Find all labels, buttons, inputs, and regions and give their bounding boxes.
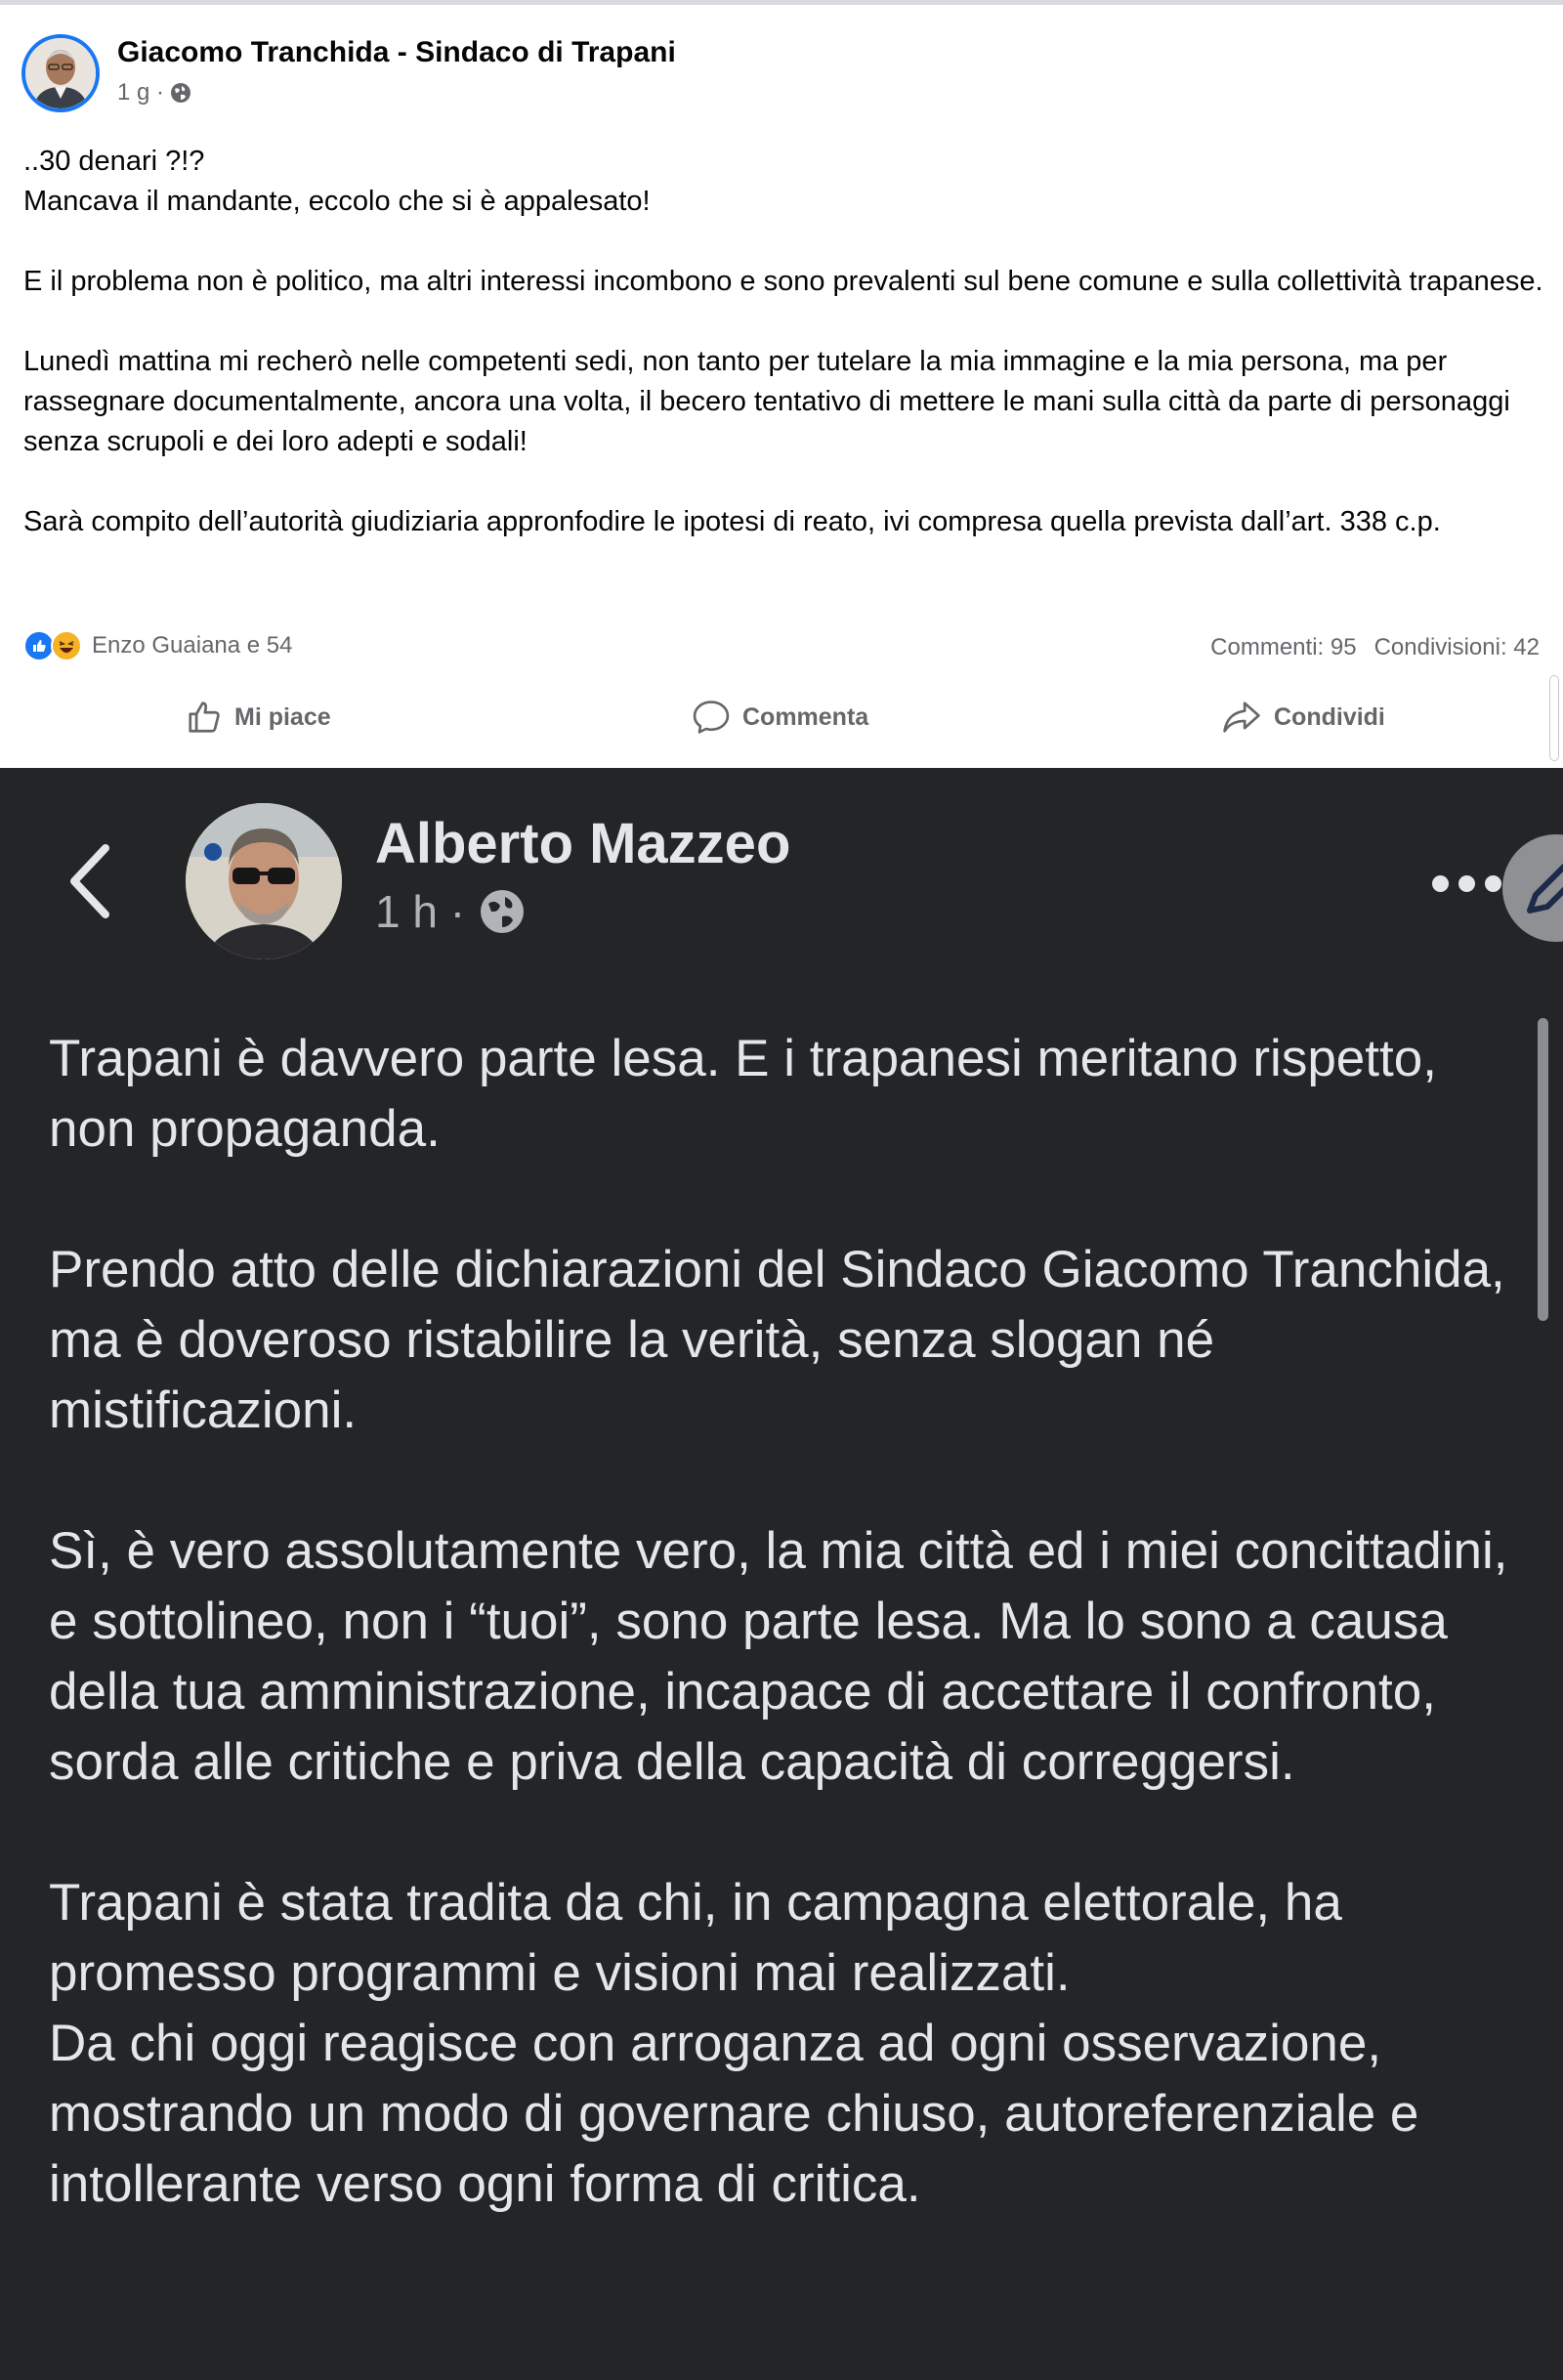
scrollbar[interactable] [1538, 1018, 1548, 1321]
edit-button[interactable] [1502, 834, 1563, 942]
post-author[interactable]: Alberto Mazzeo [375, 811, 790, 876]
like-button[interactable]: Mi piace [186, 699, 331, 736]
author-avatar[interactable] [21, 34, 100, 112]
post-body: ..30 denari ?!? Mancava il mandante, ecc… [23, 142, 1547, 542]
comment-button[interactable]: Commenta [692, 699, 868, 736]
post-paragraph: Sì, è vero assolutamente vero, la mia ci… [49, 1522, 1508, 1791]
dot [1485, 875, 1501, 892]
dot [1458, 875, 1475, 892]
chevron-left-icon[interactable] [63, 840, 117, 922]
reactions-text: Enzo Guaiana e 54 [92, 632, 293, 659]
share-label: Condividi [1274, 702, 1385, 731]
avatar-photo [186, 803, 342, 959]
post-paragraph: Trapani è stata tradita da chi, in campa… [49, 1874, 1419, 2213]
shared-screenshot-post: Alberto Mazzeo 1 h · Trapani è davvero p… [0, 768, 1563, 2380]
top-post: Giacomo Tranchida - Sindaco di Trapani 1… [0, 0, 1563, 761]
post-paragraph: E il problema non è politico, ma altri i… [23, 266, 1543, 297]
post-author[interactable]: Giacomo Tranchida - Sindaco di Trapani [117, 36, 676, 69]
post-time[interactable]: 1 h · [375, 885, 465, 938]
edit-icon [1527, 863, 1563, 914]
scrollbar[interactable] [1549, 675, 1559, 761]
avatar-photo [25, 38, 96, 108]
reactions-summary[interactable]: Enzo Guaiana e 54 [23, 630, 293, 661]
globe-icon [481, 890, 525, 933]
post-stats: Commenti: 95 Condivisioni: 42 [1210, 634, 1540, 661]
post-paragraph: Prendo atto delle dichiarazioni del Sind… [49, 1241, 1505, 1439]
comment-icon [693, 701, 730, 734]
more-dots-icon[interactable] [1432, 875, 1501, 892]
share-button[interactable]: Condividi [1221, 699, 1385, 736]
post-paragraph: Sarà compito dell’autorità giudiziaria a… [23, 506, 1441, 537]
post-time[interactable]: 1 g · [117, 79, 164, 106]
like-label: Mi piace [234, 702, 331, 731]
share-icon [1223, 701, 1260, 733]
author-avatar[interactable] [186, 803, 342, 959]
post-meta: 1 g · [117, 79, 191, 106]
like-icon [189, 701, 220, 733]
comment-label: Commenta [742, 702, 869, 731]
post-paragraph: Trapani è davvero parte lesa. E i trapan… [49, 1030, 1437, 1158]
post-paragraph: ..30 denari ?!? Mancava il mandante, ecc… [23, 146, 651, 217]
dot [1432, 875, 1449, 892]
post-actions-bar: Mi piace Commenta Condividi [0, 679, 1563, 767]
post-body: Trapani è davvero parte lesa. E i trapan… [49, 1024, 1514, 2220]
post-paragraph: Lunedì mattina mi recherò nelle competen… [23, 346, 1510, 457]
haha-reaction-icon [51, 630, 82, 661]
comments-count[interactable]: Commenti: 95 [1210, 634, 1356, 661]
shares-count[interactable]: Condivisioni: 42 [1374, 634, 1540, 661]
post-meta: 1 h · [375, 885, 526, 938]
globe-icon [171, 83, 191, 103]
